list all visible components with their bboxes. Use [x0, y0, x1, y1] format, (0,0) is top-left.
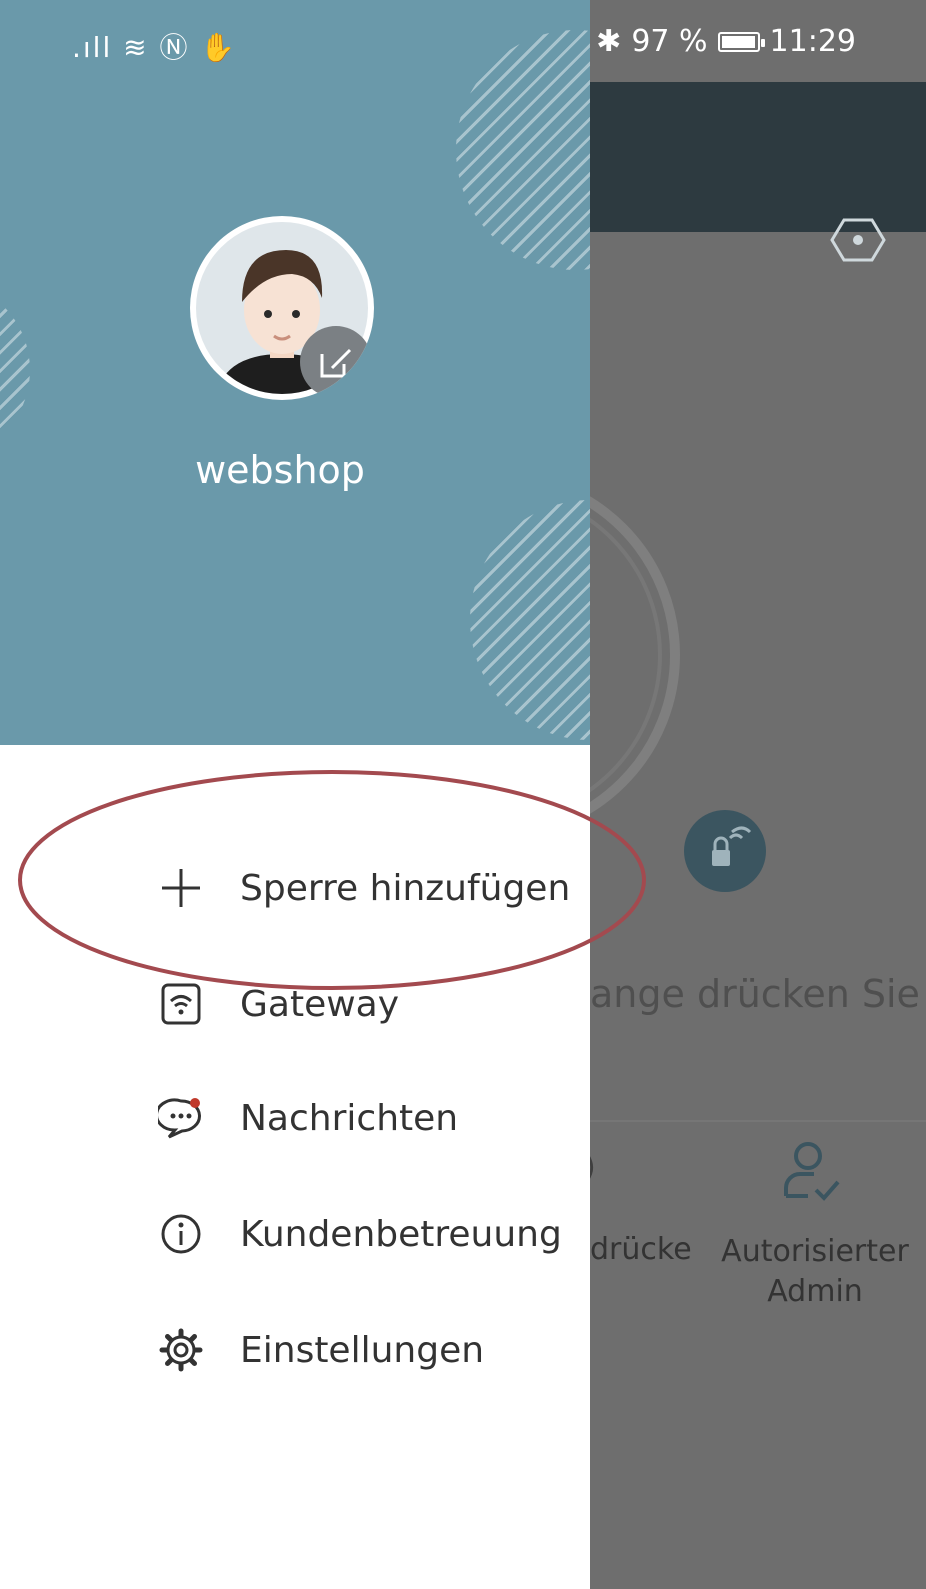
clock: 11:29 [769, 24, 856, 59]
avatar[interactable] [190, 216, 374, 400]
decorative-circle [0, 280, 30, 460]
info-icon [154, 1207, 208, 1261]
menu-item-label: Gateway [240, 983, 400, 1025]
menu-item-messages[interactable]: Nachrichten [0, 1068, 590, 1168]
menu-item-add-lock[interactable]: Sperre hinzufügen [0, 838, 590, 938]
menu-item-settings[interactable]: Einstellungen [0, 1300, 590, 1400]
menu-item-label: Nachrichten [240, 1097, 459, 1139]
edit-avatar-icon[interactable] [300, 326, 372, 398]
status-icons: .ıll ≋ Ⓝ ✋ [72, 31, 238, 64]
status-right: ✱ 97 % 11:29 [596, 24, 856, 59]
navigation-drawer: webshop Sperre hinzufügen Gateway Nachri… [0, 0, 590, 1589]
bluetooth-icon: ✱ [596, 24, 622, 59]
bottom-left-label[interactable]: drücke [590, 1232, 700, 1267]
menu-item-label: Einstellungen [240, 1329, 485, 1371]
bluetooth-lock-icon[interactable] [684, 810, 766, 892]
user-check-icon[interactable] [780, 1138, 844, 1208]
menu-item-support[interactable]: Kundenbetreuung [0, 1184, 590, 1284]
hexagon-settings-icon[interactable] [830, 212, 886, 268]
menu-item-label: Sperre hinzufügen [240, 867, 571, 909]
screen: ange drücken Sie ) drücke Autorisierter … [0, 0, 926, 1589]
plus-icon [154, 861, 208, 915]
menu-item-label: Kundenbetreuung [240, 1213, 562, 1255]
menu-item-gateway[interactable]: Gateway [0, 954, 590, 1054]
authorized-admin-label[interactable]: Autorisierter Admin [710, 1232, 920, 1312]
status-bar: .ıll ≋ Ⓝ ✋ ✱ 97 % 11:29 [0, 0, 926, 82]
hint-text: ange drücken Sie [590, 972, 920, 1016]
wifi-box-icon [154, 977, 208, 1031]
chat-bubble-icon [154, 1091, 208, 1145]
decorative-circle [470, 500, 590, 740]
battery-icon [717, 31, 765, 52]
username: webshop [195, 448, 365, 492]
gear-icon [154, 1323, 208, 1377]
background-toolbar [590, 82, 926, 262]
divider [590, 1120, 926, 1122]
battery-percent: 97 % [631, 24, 708, 59]
background-app[interactable]: ange drücken Sie ) drücke Autorisierter … [310, 0, 926, 1589]
drawer-header: webshop [0, 0, 590, 745]
